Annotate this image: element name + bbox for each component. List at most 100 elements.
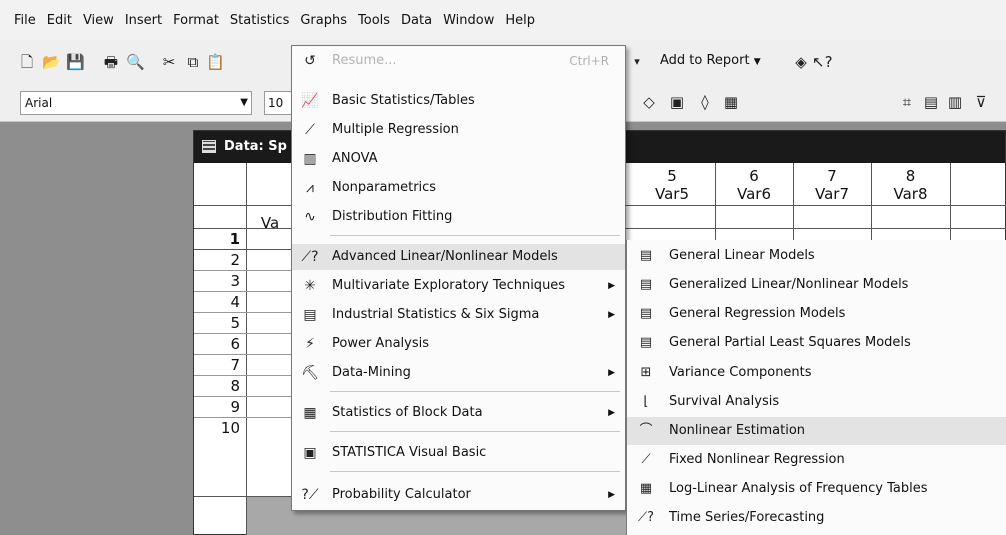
- report-icon[interactable]: ◈: [792, 54, 810, 70]
- menu-statistics[interactable]: Statistics: [230, 13, 289, 28]
- glz-icon: ▤: [639, 277, 653, 292]
- add-to-report-button[interactable]: Add to Report ▼: [660, 53, 761, 68]
- menu-edit[interactable]: Edit: [47, 13, 72, 28]
- advanced-models-submenu: ▤ General Linear Models ▤ Generalized Li…: [626, 240, 1006, 535]
- row-header-6[interactable]: 6: [198, 335, 244, 353]
- open-folder-icon[interactable]: 📂: [42, 54, 61, 70]
- menu-item-power-analysis[interactable]: ⚡ Power Analysis: [292, 331, 625, 357]
- submenu-item-time-series[interactable]: ⟋? Time Series/Forecasting: [627, 504, 1006, 532]
- menu-graphs[interactable]: Graphs: [300, 13, 347, 28]
- sheet-icon[interactable]: ▤: [922, 94, 940, 110]
- column-header-var8[interactable]: Var8: [871, 185, 950, 203]
- column-number-5: 5: [667, 167, 677, 185]
- submenu-arrow-icon: ▶: [608, 408, 615, 418]
- grm-icon: ▤: [639, 306, 653, 321]
- menu-item-industrial[interactable]: ▤ Industrial Statistics & Six Sigma ▶: [292, 302, 625, 328]
- menu-item-block-data[interactable]: ▦ Statistics of Block Data ▶: [292, 400, 625, 426]
- font-name-select[interactable]: Arial ▼: [20, 91, 252, 115]
- column-number-7: 7: [827, 167, 837, 185]
- row-header-9[interactable]: 9: [198, 398, 244, 416]
- menu-item-distribution-fitting[interactable]: ∿ Distribution Fitting: [292, 204, 625, 230]
- menu-separator: [330, 431, 620, 432]
- menu-item-advanced-models[interactable]: ⟋? Advanced Linear/Nonlinear Models: [292, 244, 625, 270]
- submenu-item-grm[interactable]: ▤ General Regression Models: [627, 300, 1006, 328]
- block-data-icon: ▦: [303, 405, 317, 421]
- submenu-item-fixed-nonlinear-regression[interactable]: ⟋ Fixed Nonlinear Regression: [627, 446, 1006, 474]
- submenu-arrow-icon: ▶: [608, 281, 615, 291]
- menu-data[interactable]: Data: [401, 13, 432, 28]
- menu-file[interactable]: File: [14, 13, 36, 28]
- table-icon[interactable]: ⌗: [898, 94, 916, 110]
- row-header-4[interactable]: 4: [198, 293, 244, 311]
- sheet-alt-icon[interactable]: ▥: [946, 94, 964, 110]
- menu-bar: File Edit View Insert Format Statistics …: [0, 0, 1006, 40]
- menu-item-multiple-regression[interactable]: ⟋ Multiple Regression: [292, 117, 625, 143]
- submenu-item-log-linear[interactable]: ▦ Log-Linear Analysis of Frequency Table…: [627, 475, 1006, 503]
- advanced-models-icon: ⟋?: [301, 249, 319, 265]
- anova-icon: ▥: [303, 151, 317, 167]
- submenu-item-variance-components[interactable]: ⊞ Variance Components: [627, 359, 1006, 387]
- statistics-menu: ↺ Resume... Ctrl+R 📈 Basic Statistics/Ta…: [291, 45, 626, 511]
- fixed-nonlinear-icon: ⟋: [641, 452, 651, 467]
- new-file-icon[interactable]: 🗋: [18, 54, 36, 70]
- menu-item-nonparametrics[interactable]: ⩘ Nonparametrics: [292, 175, 625, 201]
- copy-icon[interactable]: ⧉: [184, 54, 202, 70]
- submenu-item-nonlinear-estimation[interactable]: ⌒ Nonlinear Estimation: [627, 417, 1006, 445]
- cut-icon[interactable]: ✂: [160, 54, 178, 70]
- menu-item-basic-statistics[interactable]: 📈 Basic Statistics/Tables: [292, 88, 625, 114]
- submenu-item-glz[interactable]: ▤ Generalized Linear/Nonlinear Models: [627, 271, 1006, 299]
- column-header-var7[interactable]: Var7: [793, 185, 871, 203]
- marker-icon[interactable]: ◊: [696, 94, 714, 110]
- power-icon: ⚡: [305, 336, 315, 352]
- column-header-var5[interactable]: Var5: [629, 185, 715, 203]
- submenu-item-pls[interactable]: ▤ General Partial Least Squares Models: [627, 329, 1006, 357]
- font-size-select[interactable]: 10: [264, 91, 294, 115]
- row-header-3[interactable]: 3: [198, 272, 244, 290]
- pls-icon: ▤: [639, 335, 653, 350]
- time-series-icon: ⟋?: [638, 510, 654, 525]
- submenu-item-survival-analysis[interactable]: ⌊ Survival Analysis: [627, 388, 1006, 416]
- border-icon[interactable]: ▣: [668, 94, 686, 110]
- nonparametrics-icon: ⩘: [306, 180, 314, 196]
- row-header-1[interactable]: 1: [198, 230, 244, 248]
- row-header-10[interactable]: 10: [198, 419, 244, 437]
- menu-item-data-mining[interactable]: ⛏ Data-Mining ▶: [292, 360, 625, 386]
- menu-item-multivariate[interactable]: ✳ Multivariate Exploratory Techniques ▶: [292, 273, 625, 299]
- menu-item-probability-calculator[interactable]: ?⟋ Probability Calculator ▶: [292, 482, 625, 508]
- submenu-item-glm[interactable]: ▤ General Linear Models: [627, 242, 1006, 270]
- grid-pattern-icon[interactable]: ▦: [722, 94, 740, 110]
- print-preview-icon[interactable]: 🔍: [126, 54, 145, 70]
- resume-icon: ↺: [304, 53, 316, 69]
- save-icon[interactable]: 💾: [66, 54, 85, 70]
- paste-icon[interactable]: 📋: [206, 54, 225, 70]
- column-header-partial[interactable]: Va: [250, 214, 290, 232]
- submenu-arrow-icon: ▶: [608, 368, 615, 378]
- spreadsheet-icon: [202, 140, 216, 153]
- row-header-2[interactable]: 2: [198, 251, 244, 269]
- dropdown-arrow-icon[interactable]: ▾: [628, 54, 646, 70]
- menu-tools[interactable]: Tools: [358, 13, 390, 28]
- print-icon[interactable]: 🖶: [102, 54, 120, 70]
- help-pointer-icon[interactable]: ↖?: [812, 54, 833, 70]
- basic-stats-icon: 📈: [301, 93, 319, 109]
- survival-icon: ⌊: [643, 394, 649, 409]
- column-header-var6[interactable]: Var6: [715, 185, 793, 203]
- menu-format[interactable]: Format: [173, 13, 219, 28]
- menu-item-anova[interactable]: ▥ ANOVA: [292, 146, 625, 172]
- menu-help[interactable]: Help: [505, 13, 535, 28]
- submenu-arrow-icon: ▶: [608, 490, 615, 500]
- row-header-8[interactable]: 8: [198, 377, 244, 395]
- column-number-6: 6: [749, 167, 759, 185]
- menu-view[interactable]: View: [83, 13, 114, 28]
- row-header-7[interactable]: 7: [198, 356, 244, 374]
- menu-window[interactable]: Window: [443, 13, 494, 28]
- filter-icon[interactable]: ⊽: [972, 94, 990, 110]
- row-header-5[interactable]: 5: [198, 314, 244, 332]
- menu-separator: [330, 471, 620, 472]
- distribution-icon: ∿: [304, 209, 316, 225]
- menu-insert[interactable]: Insert: [125, 13, 162, 28]
- menu-item-visual-basic[interactable]: ▣ STATISTICA Visual Basic: [292, 440, 625, 466]
- multivariate-icon: ✳: [304, 278, 316, 294]
- fill-color-icon[interactable]: ◇: [640, 94, 658, 110]
- data-mining-icon: ⛏: [301, 365, 319, 381]
